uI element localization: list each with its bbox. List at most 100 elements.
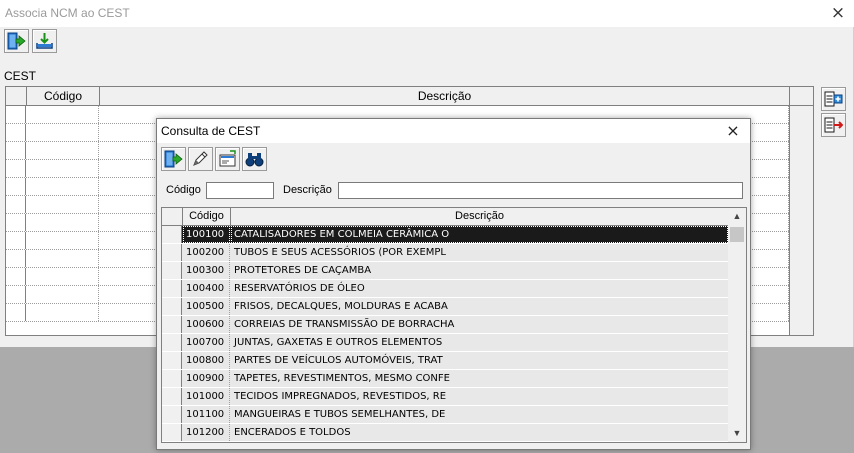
filter-codigo-input[interactable] <box>206 182 274 199</box>
codigo-cell: 101100 <box>183 406 230 423</box>
consulta-grid-header: Código Descrição <box>162 208 728 226</box>
table-row[interactable]: 101200 ENCERADOS E TOLDOS <box>162 424 728 442</box>
codigo-cell[interactable] <box>27 178 99 195</box>
codigo-cell[interactable] <box>27 286 99 303</box>
filter-codigo-label: Código <box>166 184 201 196</box>
consulta-cest-dialog: Consulta de CEST × Código Descrição Códi… <box>156 118 751 450</box>
row-indicator <box>6 124 26 141</box>
main-close-button[interactable]: × <box>828 3 848 23</box>
codigo-cell[interactable] <box>27 304 99 321</box>
pencil-icon <box>193 151 208 166</box>
table-row[interactable]: 100500 FRISOS, DECALQUES, MOLDURAS E ACAB… <box>162 298 728 316</box>
descricao-cell: MANGUEIRAS E TUBOS SEMELHANTES, DE <box>234 409 446 420</box>
codigo-cell[interactable] <box>27 196 99 213</box>
row-indicator <box>6 178 26 195</box>
dialog-titlebar: Consulta de CEST × <box>157 119 750 143</box>
table-row[interactable]: 100100 CATALISADORES EM COLMEIA CERÂMICA … <box>162 226 728 244</box>
descricao-cell: TAPETES, REVESTIMENTOS, MESMO CONFE <box>234 373 450 384</box>
table-row[interactable]: 100400 RESERVATÓRIOS DE ÓLEO <box>162 280 728 298</box>
row-indicator <box>6 232 26 249</box>
descricao-cell: TUBOS E SEUS ACESSÓRIOS (POR EXEMPL <box>234 247 446 258</box>
descricao-cell: FRISOS, DECALQUES, MOLDURAS E ACABA <box>234 301 448 312</box>
exit-door-icon <box>7 32 26 50</box>
card-return-icon <box>219 150 236 167</box>
descricao-cell: CATALISADORES EM COLMEIA CERÂMICA O <box>231 226 728 243</box>
row-indicator <box>162 406 182 423</box>
codigo-cell[interactable] <box>27 250 99 267</box>
descricao-cell: PARTES DE VEÍCULOS AUTOMÓVEIS, TRAT <box>234 355 443 366</box>
row-indicator <box>162 424 182 441</box>
row-indicator <box>162 262 182 279</box>
header-descricao[interactable]: Descrição <box>100 87 790 105</box>
dialog-search-button[interactable] <box>242 147 267 171</box>
row-indicator <box>6 106 26 123</box>
import-tray-icon <box>36 33 53 49</box>
exit-door-icon <box>164 150 183 168</box>
descricao-cell: ENCERADOS E TOLDOS <box>234 427 351 438</box>
cest-grid-scrollbar[interactable] <box>789 106 813 335</box>
main-exit-button[interactable] <box>4 29 29 53</box>
codigo-cell: 100100 <box>183 226 230 243</box>
table-row[interactable]: 101100 MANGUEIRAS E TUBOS SEMELHANTES, DE <box>162 406 728 424</box>
descricao-cell: PROTETORES DE CAÇAMBA <box>234 265 372 276</box>
dialog-close-button[interactable]: × <box>724 121 742 141</box>
filter-descricao-label: Descrição <box>283 184 332 196</box>
row-indicator <box>6 286 26 303</box>
descricao-cell: RESERVATÓRIOS DE ÓLEO <box>234 283 365 294</box>
row-indicator <box>162 388 182 405</box>
scroll-thumb[interactable] <box>730 227 744 242</box>
row-indicator <box>162 316 182 333</box>
codigo-cell[interactable] <box>27 232 99 249</box>
codigo-cell: 100600 <box>183 316 230 333</box>
codigo-cell[interactable] <box>27 214 99 231</box>
main-import-button[interactable] <box>32 29 57 53</box>
codigo-cell[interactable] <box>27 142 99 159</box>
row-indicator <box>6 250 26 267</box>
dialog-exit-button[interactable] <box>161 147 186 171</box>
table-row[interactable]: 100200 TUBOS E SEUS ACESSÓRIOS (POR EXEMP… <box>162 244 728 262</box>
table-row[interactable]: 100900 TAPETES, REVESTIMENTOS, MESMO CONF… <box>162 370 728 388</box>
table-row[interactable]: 100600 CORREIAS DE TRANSMISSÃO DE BORRACH… <box>162 316 728 334</box>
header-descricao[interactable]: Descrição <box>231 208 728 225</box>
row-indicator <box>6 304 26 321</box>
codigo-cell[interactable] <box>27 160 99 177</box>
descricao-cell: CORREIAS DE TRANSMISSÃO DE BORRACHA <box>234 319 455 330</box>
row-indicator <box>162 280 182 297</box>
dialog-edit-button[interactable] <box>188 147 213 171</box>
codigo-cell: 101000 <box>183 388 230 405</box>
table-row[interactable]: 101000 TECIDOS IMPREGNADOS, REVESTIDOS, R… <box>162 388 728 406</box>
consulta-grid-scrollbar[interactable]: ▲ ▼ <box>728 208 746 442</box>
header-codigo[interactable]: Código <box>27 87 100 105</box>
codigo-cell: 100500 <box>183 298 230 315</box>
scroll-down-icon[interactable]: ▼ <box>728 425 746 442</box>
row-indicator <box>162 370 182 387</box>
binoculars-icon <box>245 153 264 167</box>
codigo-cell: 100800 <box>183 352 230 369</box>
scroll-up-icon[interactable]: ▲ <box>728 208 746 225</box>
row-indicator <box>162 298 182 315</box>
table-row[interactable]: 100300 PROTETORES DE CAÇAMBA <box>162 262 728 280</box>
main-window-title: Associa NCM ao CEST <box>5 6 130 20</box>
add-cest-button[interactable] <box>821 87 846 111</box>
codigo-cell[interactable] <box>27 268 99 285</box>
codigo-cell: 100900 <box>183 370 230 387</box>
main-titlebar: Associa NCM ao CEST × <box>0 0 854 27</box>
dialog-card-button[interactable] <box>215 147 240 171</box>
codigo-cell[interactable] <box>27 106 99 123</box>
descricao-cell: TECIDOS IMPREGNADOS, REVESTIDOS, RE <box>234 391 447 402</box>
row-indicator <box>6 268 26 285</box>
filter-descricao-input[interactable] <box>338 182 743 199</box>
header-indicator <box>6 87 27 105</box>
codigo-cell: 100300 <box>183 262 230 279</box>
codigo-cell[interactable] <box>27 124 99 141</box>
remove-item-icon <box>824 117 843 133</box>
add-item-icon <box>824 91 843 107</box>
consulta-grid[interactable]: Código Descrição 100100 CATALISADORES EM … <box>161 207 747 443</box>
codigo-cell: 100700 <box>183 334 230 351</box>
table-row[interactable]: 100700 JUNTAS, GAXETAS E OUTROS ELEMENTOS <box>162 334 728 352</box>
remove-cest-button[interactable] <box>821 113 846 137</box>
row-indicator <box>162 244 182 261</box>
header-codigo[interactable]: Código <box>183 208 231 225</box>
table-row[interactable]: 100800 PARTES DE VEÍCULOS AUTOMÓVEIS, TRA… <box>162 352 728 370</box>
codigo-cell: 100400 <box>183 280 230 297</box>
